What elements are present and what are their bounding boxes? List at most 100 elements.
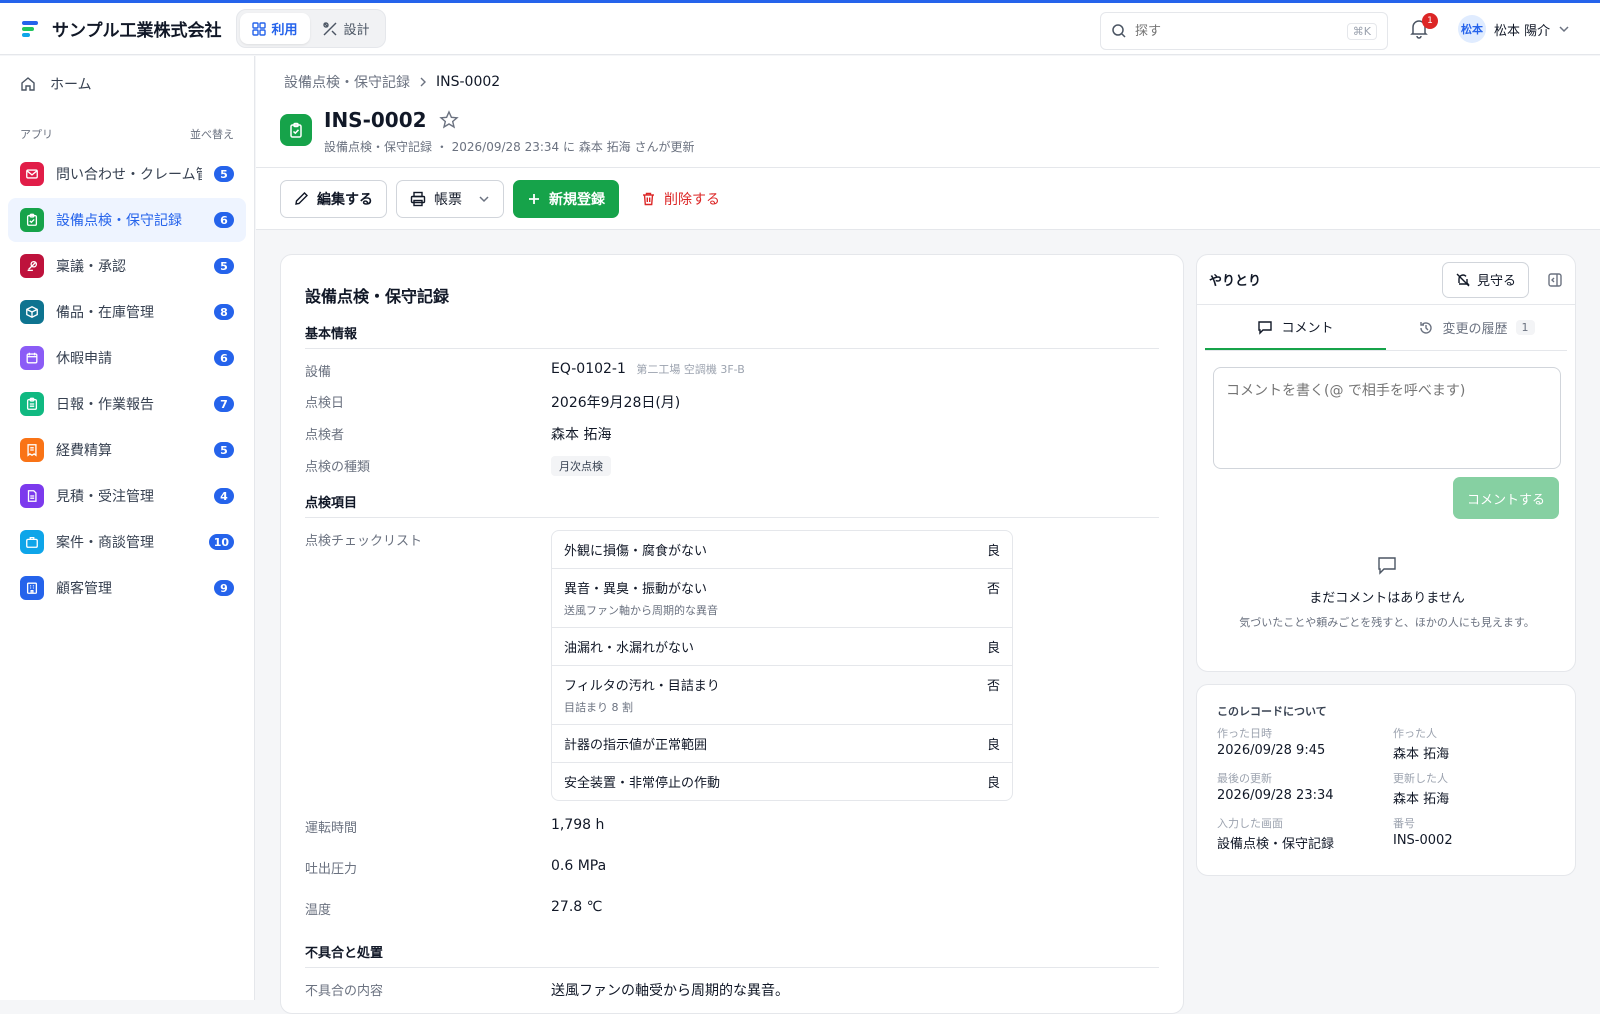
field-label: 運転時間 — [305, 821, 358, 836]
sidebar-app-item[interactable]: 問い合わせ・クレーム管… 5 — [8, 152, 246, 196]
sidebar-app-count: 6 — [214, 350, 234, 366]
checklist-result: 否 — [986, 679, 1000, 694]
tab-comments-label: コメント — [1281, 321, 1334, 336]
clipboard-icon — [20, 392, 44, 416]
comment-input[interactable] — [1213, 367, 1561, 469]
mode-use-label: 利用 — [271, 23, 298, 38]
sidebar: ホーム アプリ 並べ替え 問い合わせ・クレーム管… 5 設備点検・保守記録 6 稟議・承… — [0, 56, 255, 1000]
field-label: 温度 — [305, 903, 332, 918]
checklist-item-cell: 安全装置・非常停止の作動 — [564, 772, 720, 791]
user-menu[interactable]: 松本 松本 陽介 — [1458, 15, 1570, 43]
delete-label: 削除する — [664, 191, 720, 208]
field-value: 送風ファンの軸受から周期的な異音。 — [551, 983, 789, 999]
record-info-key: 更新した人 — [1393, 772, 1448, 785]
tab-history-label: 変更の履歴 — [1442, 322, 1508, 337]
history-count-badge: 1 — [1515, 320, 1535, 335]
sidebar-app-label: 設備点検・保守記録 — [56, 213, 182, 229]
sidebar-app-item[interactable]: 設備点検・保守記録 6 — [8, 198, 246, 242]
watch-button[interactable]: 見守る — [1441, 261, 1529, 298]
checklist-item: 異音・異臭・振動がない — [564, 582, 708, 597]
apps-heading-label: アプリ — [20, 128, 53, 141]
record-app-icon — [280, 114, 312, 146]
sidebar-app-item[interactable]: 備品・在庫管理 8 — [8, 290, 246, 334]
mail-icon — [20, 162, 44, 186]
sort-button[interactable]: 並べ替え — [190, 126, 234, 142]
checklist-table: 外観に損傷・腐食がない良異音・異臭・振動がない 送風ファン軸から周期的な異音否油漏… — [551, 530, 1013, 801]
field-hours: 運転時間 1,798 h — [305, 817, 1159, 836]
checklist-row: フィルタの汚れ・目詰まり 目詰まり 8 割 否 — [552, 665, 1012, 724]
create-button[interactable]: 新規登録 — [513, 179, 619, 218]
record-info-field: 番号 INS-0002 — [1393, 815, 1569, 852]
building-icon — [20, 576, 44, 600]
field-equipment: 設備 EQ-0102-1 第二工場 空調機 3F-B — [305, 361, 1159, 380]
comments-panel: やりとり 見守る コメント 変更の履歴 1 コメントする — [1196, 254, 1576, 672]
tab-comments[interactable]: コメント — [1205, 305, 1386, 350]
briefcase-icon — [20, 530, 44, 554]
checklist-item: 油漏れ・水漏れがない — [564, 641, 695, 656]
grid-icon — [251, 21, 266, 36]
page-title: INS-0002 — [324, 108, 459, 132]
sidebar-app-item[interactable]: 休暇申請 6 — [8, 336, 246, 380]
sidebar-app-item[interactable]: 案件・商談管理 10 — [8, 520, 246, 564]
sidebar-app-item[interactable]: 顧客管理 9 — [8, 566, 246, 610]
record-toolbar: 編集する 帳票 新規登録 削除する — [256, 168, 1600, 230]
field-label: 不具合の内容 — [305, 984, 384, 999]
pencil-icon — [295, 192, 308, 205]
logo[interactable]: サンプル工業株式会社 — [20, 16, 222, 41]
breadcrumb-parent[interactable]: 設備点検・保守記録 — [284, 72, 410, 92]
comment-submit-button[interactable]: コメントする — [1452, 477, 1559, 519]
sidebar-app-item[interactable]: 稟議・承認 5 — [8, 244, 246, 288]
field-value: 27.8 ℃ — [551, 899, 603, 915]
search-shortcut: ⌘K — [1346, 22, 1377, 40]
record-info-key: 番号 — [1393, 817, 1415, 830]
sidebar-home[interactable]: ホーム — [0, 62, 254, 106]
record-info-field: 作った人 森本 拓海 — [1393, 725, 1569, 762]
checklist-item-cell: フィルタの汚れ・目詰まり 目詰まり 8 割 — [564, 675, 720, 715]
sidebar-app-item[interactable]: 見積・受注管理 4 — [8, 474, 246, 518]
delete-button[interactable]: 削除する — [628, 180, 733, 218]
sidebar-app-label: 経費精算 — [56, 443, 112, 459]
checklist-item: 安全装置・非常停止の作動 — [564, 776, 721, 791]
comments-title: やりとり — [1209, 274, 1262, 289]
sidebar-app-item[interactable]: 日報・作業報告 7 — [8, 382, 246, 426]
chat-icon — [1258, 320, 1273, 335]
field-issue: 不具合の内容 送風ファンの軸受から周期的な異音。 — [305, 980, 1159, 1000]
bell-off-icon — [1456, 273, 1470, 286]
mode-switch: 利用 設計 — [235, 9, 386, 48]
star-icon[interactable] — [438, 110, 459, 130]
equipment-note: 第二工場 空調機 3F-B — [636, 363, 745, 376]
checklist-result: 否 — [986, 582, 1000, 597]
edit-button[interactable]: 編集する — [280, 179, 387, 218]
checklist-item-cell: 外観に損傷・腐食がない — [564, 540, 707, 559]
search-box[interactable]: ⌘K — [1100, 12, 1388, 50]
edit-label: 編集する — [317, 191, 373, 208]
checklist-row: 計器の指示値が正常範囲 良 — [552, 724, 1012, 762]
breadcrumb-current: INS-0002 — [436, 74, 501, 90]
printer-icon — [410, 191, 426, 206]
record-info-key: 最後の更新 — [1217, 772, 1272, 785]
sidebar-app-count: 8 — [214, 304, 234, 320]
checklist-row: 油漏れ・水漏れがない 良 — [552, 627, 1012, 665]
notification-button[interactable]: 1 — [1408, 13, 1438, 41]
sidebar-app-item[interactable]: 経費精算 5 — [8, 428, 246, 472]
collapse-panel-icon[interactable] — [1547, 272, 1563, 288]
mode-use-button[interactable]: 利用 — [239, 13, 310, 44]
tab-history[interactable]: 変更の履歴 1 — [1386, 305, 1567, 350]
user-name: 松本 陽介 — [1494, 23, 1551, 39]
chevron-down-icon — [1559, 26, 1569, 33]
equipment-link[interactable]: EQ-0102-1 — [551, 361, 626, 377]
record-info-field: 入力した画面 設備点検・保守記録 — [1217, 815, 1393, 852]
receipt-icon — [20, 438, 44, 462]
record-info-key: 作った人 — [1393, 727, 1437, 740]
field-label: 点検チェックリスト — [305, 534, 423, 549]
checklist-row: 外観に損傷・腐食がない 良 — [552, 531, 1012, 568]
field-label: 吐出圧力 — [305, 862, 358, 877]
history-icon — [1420, 321, 1433, 334]
chevron-right-icon — [420, 77, 426, 87]
record-info-key: 入力した画面 — [1217, 817, 1283, 830]
print-dropdown[interactable]: 帳票 — [396, 179, 504, 218]
search-input[interactable] — [1135, 23, 1347, 39]
print-label: 帳票 — [434, 191, 462, 208]
sidebar-app-label: 問い合わせ・クレーム管… — [56, 167, 202, 183]
mode-design-button[interactable]: 設計 — [310, 13, 382, 44]
